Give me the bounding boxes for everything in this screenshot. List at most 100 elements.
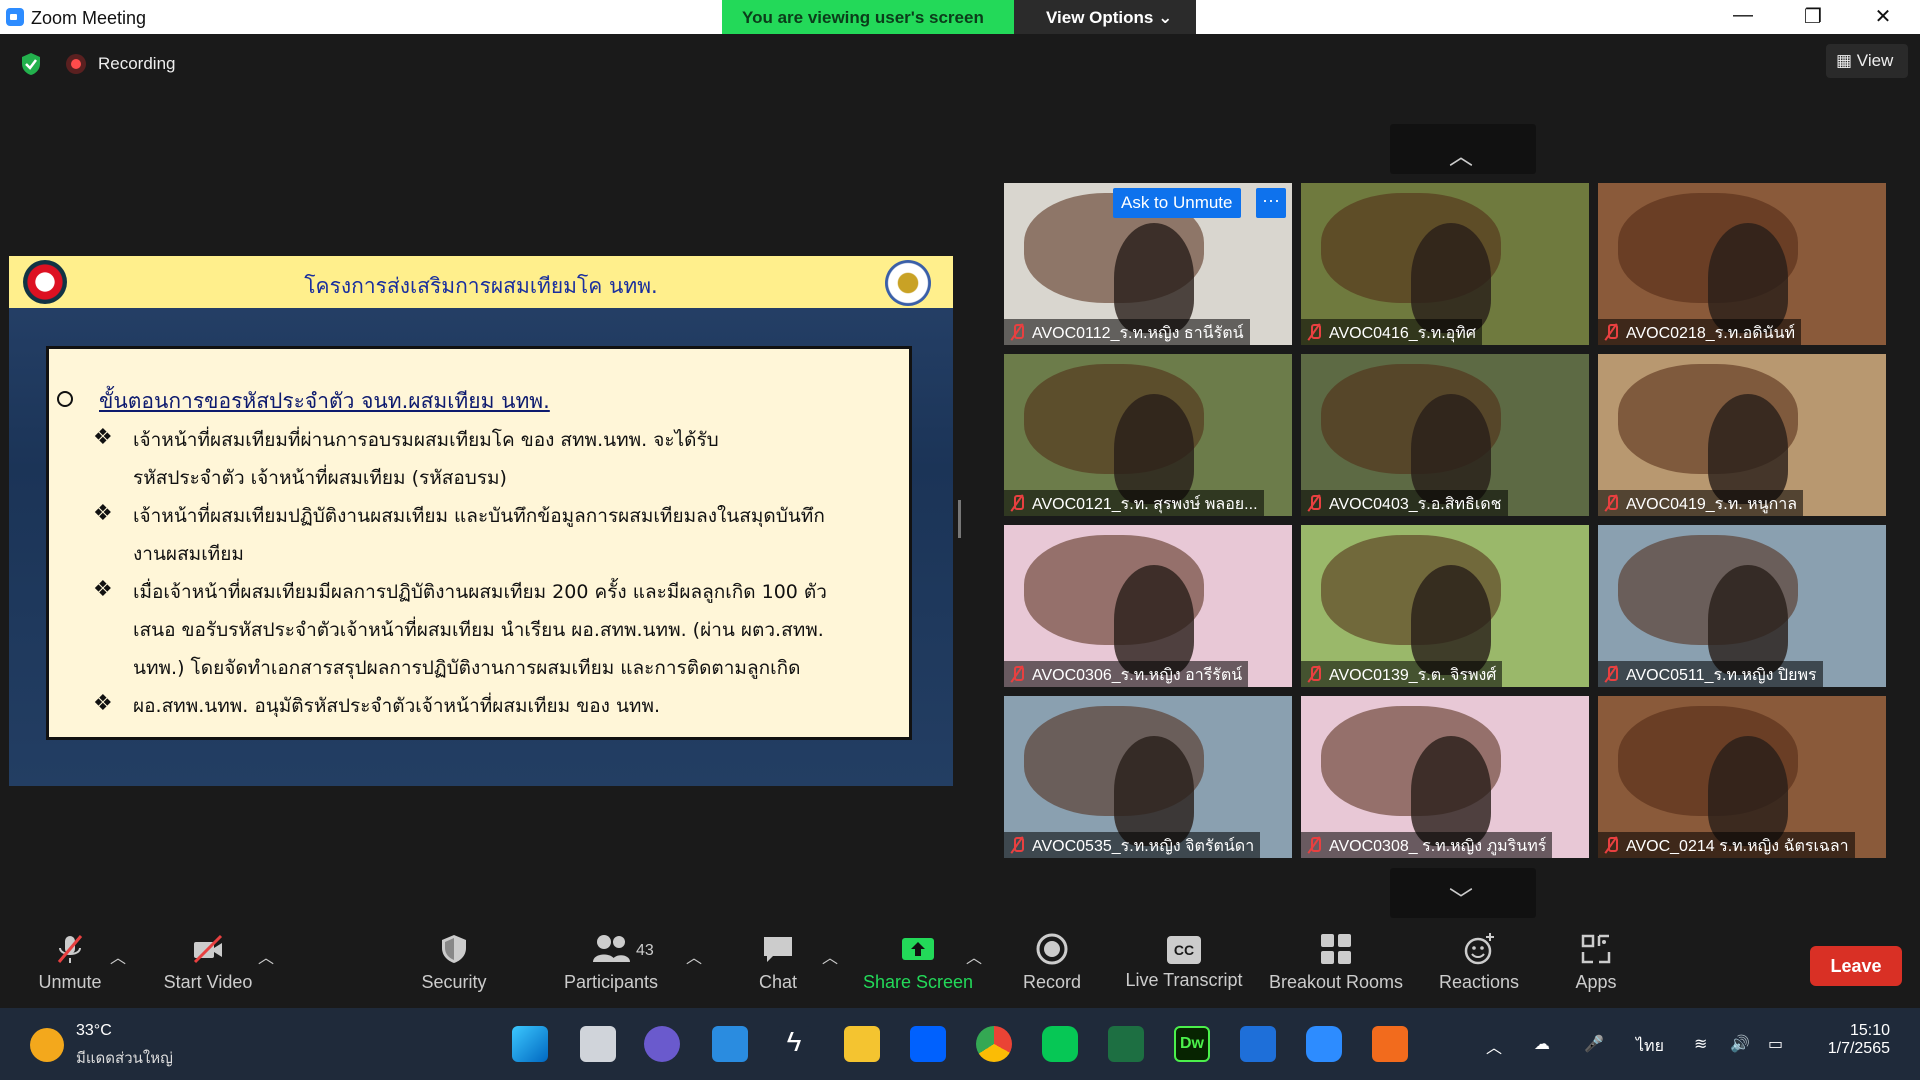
diamond-bullet-icon: ❖ xyxy=(93,691,113,716)
weather-temperature[interactable]: 33°C xyxy=(76,1022,112,1040)
muted-microphone-icon xyxy=(1010,666,1024,682)
excel-icon[interactable] xyxy=(1108,1026,1144,1062)
participant-name-bar: AVOC0306_ร.ท.หญิง อารีรัตน์ xyxy=(1004,661,1249,687)
participant-tile[interactable]: AVOC0511_ร.ท.หญิง ปิยพร xyxy=(1598,525,1886,687)
slide-heading: ขั้นตอนการขอรหัสประจำตัว จนท.ผสมเทียม นท… xyxy=(99,389,550,413)
unmute-button[interactable]: Unmute xyxy=(30,932,110,993)
participant-tile[interactable]: AVOC0403_ร.อ.สิทธิเดช xyxy=(1301,354,1589,516)
share-screen-icon xyxy=(902,938,934,960)
dropbox-icon[interactable] xyxy=(910,1026,946,1062)
participant-tile[interactable]: AVOC0416_ร.ท.อุทิศ xyxy=(1301,183,1589,345)
windows-taskbar xyxy=(0,1008,1920,1080)
start-video-button[interactable]: Start Video xyxy=(158,932,258,993)
view-options-button[interactable]: View Options ⌄ xyxy=(1014,0,1196,34)
line-app-icon[interactable] xyxy=(1042,1026,1078,1062)
slide-content-box: ขั้นตอนการขอรหัสประจำตัว จนท.ผสมเทียม นท… xyxy=(46,346,912,740)
security-app-icon[interactable] xyxy=(1240,1026,1276,1062)
participant-name-bar: AVOC0121_ร.ท. สุรพงษ์ พลอย... xyxy=(1004,490,1264,516)
grid-icon: ▦ xyxy=(1836,51,1853,70)
split-view-handle[interactable] xyxy=(958,500,961,538)
leave-button[interactable]: Leave xyxy=(1810,946,1902,986)
gallery-next-button[interactable]: ﹀ xyxy=(1390,868,1536,918)
muted-microphone-icon xyxy=(1010,495,1024,511)
reactions-label: Reactions xyxy=(1438,972,1520,992)
view-button[interactable]: ▦ View xyxy=(1826,44,1908,78)
participants-options-chevron-icon[interactable]: ︿ xyxy=(686,944,702,968)
clock-time: 15:10 xyxy=(1849,1022,1890,1039)
minimize-button[interactable]: — xyxy=(1718,4,1768,30)
muted-microphone-icon xyxy=(1010,324,1024,340)
weather-condition[interactable]: มีแดดส่วนใหญ่ xyxy=(76,1046,173,1070)
app-lightning-icon[interactable]: ϟ xyxy=(776,1026,812,1062)
show-hidden-icons-chevron-icon[interactable]: ︿ xyxy=(1486,1034,1502,1058)
wifi-icon[interactable]: ≋ xyxy=(1694,1034,1707,1054)
chat-button[interactable]: Chat xyxy=(738,932,818,993)
video-off-icon xyxy=(193,934,223,964)
participant-name: AVOC0308_ ร.ท.หญิง ภูมรินทร์ xyxy=(1329,838,1547,855)
close-button[interactable]: ✕ xyxy=(1858,4,1908,30)
gallery-prev-button[interactable]: ︿ xyxy=(1390,124,1536,174)
participant-video xyxy=(1708,565,1788,675)
participant-name: AVOC0511_ร.ท.หญิง ปิยพร xyxy=(1626,667,1817,684)
apps-button[interactable]: Apps xyxy=(1556,932,1636,993)
onedrive-cloud-icon[interactable]: ☁ xyxy=(1534,1034,1550,1054)
diamond-bullet-icon: ❖ xyxy=(93,501,113,526)
participant-video xyxy=(1114,565,1194,675)
security-button[interactable]: Security xyxy=(414,932,494,993)
live-transcript-button[interactable]: CC Live Transcript xyxy=(1122,932,1246,991)
teams-chat-icon[interactable] xyxy=(644,1026,680,1062)
ask-to-unmute-button[interactable]: Ask to Unmute xyxy=(1113,188,1241,218)
chat-options-chevron-icon[interactable]: ︿ xyxy=(822,944,838,968)
share-options-chevron-icon[interactable]: ︿ xyxy=(966,944,982,968)
battery-icon[interactable]: ▭ xyxy=(1768,1034,1783,1054)
weather-sun-icon[interactable] xyxy=(30,1028,64,1062)
participant-video xyxy=(1114,394,1194,504)
share-screen-button[interactable]: Share Screen xyxy=(858,932,978,993)
volume-icon[interactable]: 🔊 xyxy=(1730,1034,1750,1054)
slide-line: ผอ.สทพ.นทพ. อนุมัติรหัสประจำตัวเจ้าหน้าท… xyxy=(133,695,661,717)
mail-icon[interactable] xyxy=(712,1026,748,1062)
breakout-rooms-icon xyxy=(1321,934,1351,964)
video-options-chevron-icon[interactable]: ︿ xyxy=(258,944,274,968)
taskbar-clock[interactable]: 15:10 1/7/2565 xyxy=(1810,1022,1890,1058)
breakout-rooms-button[interactable]: Breakout Rooms xyxy=(1264,932,1408,993)
microphone-tray-icon[interactable]: 🎤 xyxy=(1584,1034,1604,1054)
participant-tile[interactable]: AVOC0306_ร.ท.หญิง อารีรัตน์ xyxy=(1004,525,1292,687)
participant-video xyxy=(1411,223,1491,333)
chat-label: Chat xyxy=(758,972,798,992)
muted-microphone-icon xyxy=(1604,324,1618,340)
record-button[interactable]: Record xyxy=(1012,932,1092,993)
start-video-label: Start Video xyxy=(163,972,253,992)
media-player-icon[interactable] xyxy=(1372,1026,1408,1062)
slide-line: เจ้าหน้าที่ผสมเทียมที่ผ่านการอบรมผสมเทีย… xyxy=(133,429,719,451)
participant-name-bar: AVOC0403_ร.อ.สิทธิเดช xyxy=(1301,490,1508,516)
participant-tile[interactable]: AVOC0535_ร.ท.หญิง จิตรัตน์ดา xyxy=(1004,696,1292,858)
zoom-taskbar-icon[interactable] xyxy=(1306,1026,1342,1062)
slide-line: นทพ.) โดยจัดทำเอกสารสรุปผลการปฏิบัติงานก… xyxy=(133,657,801,679)
task-view-icon[interactable] xyxy=(580,1026,616,1062)
file-explorer-icon[interactable] xyxy=(844,1026,880,1062)
apps-icon xyxy=(1581,934,1611,964)
input-language[interactable]: ไทย xyxy=(1636,1034,1664,1059)
windows-start-icon[interactable] xyxy=(512,1026,548,1062)
audio-options-chevron-icon[interactable]: ︿ xyxy=(110,944,126,968)
participant-tile[interactable]: AVOC_0214 ร.ท.หญิง ฉัตรเฉลา xyxy=(1598,696,1886,858)
participant-tile[interactable]: AVOC0218_ร.ท.อดินันท์ xyxy=(1598,183,1886,345)
participant-tile[interactable]: AVOC0121_ร.ท. สุรพงษ์ พลอย... xyxy=(1004,354,1292,516)
share-screen-label: Share Screen xyxy=(862,972,974,992)
participant-video xyxy=(1411,394,1491,504)
dreamweaver-icon[interactable]: Dw xyxy=(1174,1026,1210,1062)
participants-button[interactable]: 43 Participants xyxy=(556,932,666,993)
participant-tile[interactable]: AVOC0419_ร.ท. หนูกาล xyxy=(1598,354,1886,516)
participant-tile[interactable]: AVOC0139_ร.ต. จิรพงศ์ xyxy=(1301,525,1589,687)
more-options-button[interactable]: ··· xyxy=(1256,188,1286,218)
chrome-icon[interactable] xyxy=(976,1026,1012,1062)
participant-tile[interactable]: AVOC0308_ ร.ท.หญิง ภูมรินทร์ xyxy=(1301,696,1589,858)
maximize-button[interactable]: ❐ xyxy=(1788,4,1838,30)
encryption-shield-icon[interactable] xyxy=(20,52,42,76)
window-title: Zoom Meeting xyxy=(31,8,147,28)
reactions-button[interactable]: Reactions xyxy=(1432,932,1526,993)
muted-microphone-icon xyxy=(1604,837,1618,853)
view-label: View xyxy=(1856,51,1894,70)
security-shield-icon xyxy=(442,935,466,963)
